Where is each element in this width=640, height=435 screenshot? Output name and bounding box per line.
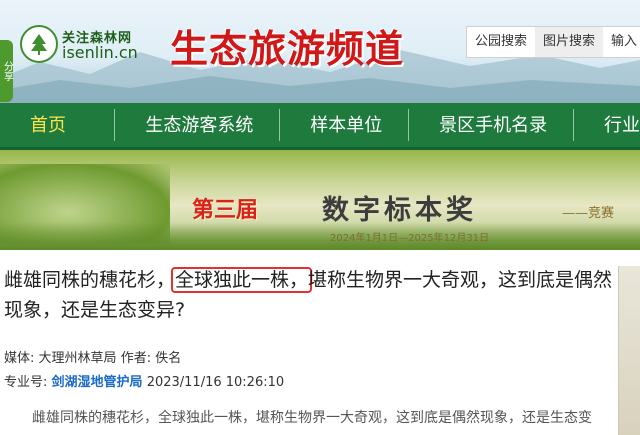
banner-ground — [0, 222, 640, 250]
share-tab[interactable]: 分享 — [0, 40, 13, 102]
nav-item-scenic-directory[interactable]: 景区手机名录 — [409, 102, 547, 149]
search-tab-image[interactable]: 图片搜索 — [535, 27, 603, 57]
banner-title: 数字标本奖 — [322, 195, 477, 226]
site-logo[interactable] — [20, 25, 58, 63]
side-image[interactable] — [618, 266, 640, 435]
site-header: 分享 关注森林网 isenlin.cn 生态旅游频道 公园搜索 图片搜索 输入 — [0, 0, 640, 103]
nav-item-industry[interactable]: 行业 — [574, 102, 640, 149]
media-value: 大理州林草局 — [38, 351, 117, 366]
article-meta-media: 媒体: 大理州林草局 作者: 佚名 — [4, 347, 181, 366]
search-box: 公园搜索 图片搜索 输入 — [466, 26, 640, 58]
nav-item-home[interactable]: 首页 — [0, 102, 88, 149]
promo-banner[interactable]: 第三届 数字标本奖 2024年1月1日—2025年12月31日 ——竞赛 — [0, 150, 640, 250]
author-value: 佚名 — [155, 351, 182, 366]
account-label: 专业号: — [4, 375, 48, 390]
search-tab-park[interactable]: 公园搜索 — [467, 27, 535, 57]
banner-edition: 第三届 — [192, 197, 259, 223]
author-label: 作者: — [120, 351, 152, 366]
nav-item-eco-tourist-system[interactable]: 生态游客系统 — [115, 102, 253, 149]
title-highlight: 全球独此一株， — [171, 267, 313, 293]
article-meta-account: 专业号: 剑湖湿地管护局 2023/11/16 10:26:10 — [4, 371, 284, 390]
article-summary: 雌雄同株的穗花杉，全球独此一株，堪称生物界一大奇观，这到底是偶然现象，还是生态变 — [32, 410, 592, 426]
banner-dates: 2024年1月1日—2025年12月31日 — [330, 233, 490, 244]
channel-title: 生态旅游频道 — [170, 26, 405, 71]
banner-competition: ——竞赛 — [562, 206, 615, 221]
nav-item-sample-units[interactable]: 样本单位 — [280, 102, 382, 149]
account-link[interactable]: 剑湖湿地管护局 — [52, 375, 143, 390]
publish-datetime: 2023/11/16 10:26:10 — [146, 375, 285, 390]
title-start: 雌雄同株的穗花杉， — [4, 269, 176, 291]
media-label: 媒体: — [4, 351, 35, 366]
main-nav: 首页 生态游客系统 样本单位 景区手机名录 行业 — [0, 103, 640, 150]
article-title: 雌雄同株的穗花杉，全球独此一株，堪称生物界一大奇观，这到底是偶然现象，还是生态变… — [4, 265, 624, 325]
tree-logo-icon — [31, 34, 47, 55]
logo-text-en: isenlin.cn — [62, 43, 138, 62]
share-label: 分享 — [1, 61, 13, 81]
search-input[interactable]: 输入 — [603, 27, 640, 57]
